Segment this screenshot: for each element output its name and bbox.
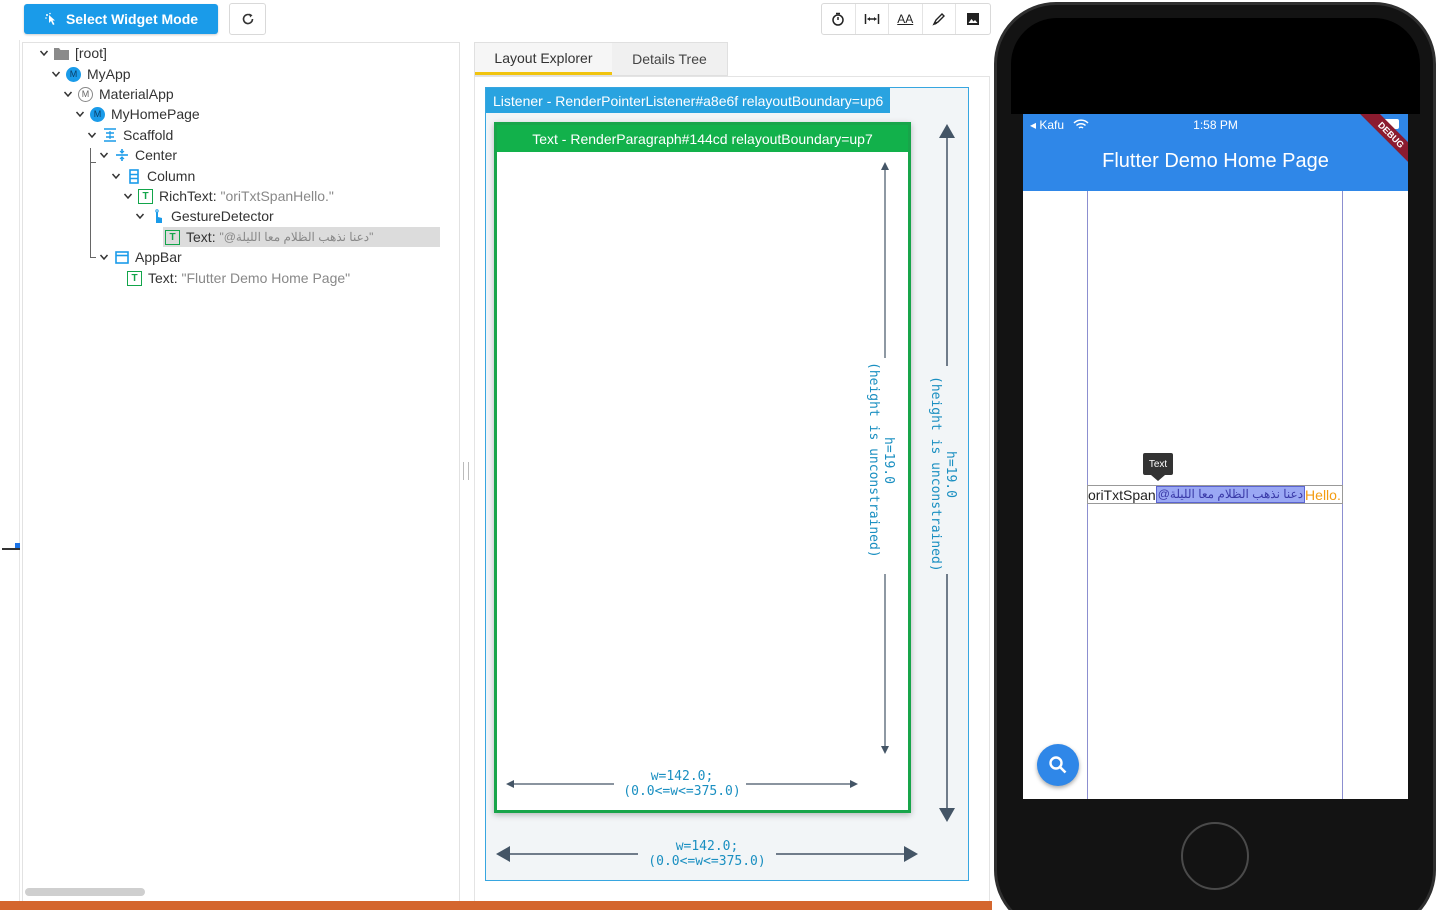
edge-marker <box>2 548 20 550</box>
inner-height-label: h=19.0 (height is unconstrained) <box>866 362 896 558</box>
center-icon <box>114 148 129 163</box>
tree-node-label: MyHomePage <box>111 106 200 122</box>
tree-node-appbar-text[interactable]: T Text: "Flutter Demo Home Page" <box>127 268 350 288</box>
tree-guide-line <box>90 148 91 258</box>
outer-height-label: h=19.0 (height is unconstrained) <box>928 376 958 572</box>
scaffold-icon <box>102 128 117 143</box>
timer-button[interactable] <box>822 4 856 34</box>
select-widget-mode-label: Select Widget Mode <box>65 11 199 27</box>
tab-bar: Layout Explorer Details Tree <box>474 42 728 76</box>
chevron-down-icon <box>51 71 61 78</box>
paint-icon <box>932 13 945 26</box>
tree-node-scaffold[interactable]: Scaffold <box>87 125 173 145</box>
gesture-icon <box>150 208 165 224</box>
select-widget-mode-button[interactable]: Select Widget Mode <box>24 4 218 34</box>
column-icon <box>126 168 141 184</box>
phone-top-bezel <box>1011 18 1420 114</box>
search-icon <box>1049 756 1067 774</box>
text-widget-icon: T <box>127 270 142 286</box>
tree-node-description: "oriTxtSpan⁣Hello." <box>220 188 334 204</box>
chevron-down-icon <box>135 213 145 220</box>
image-button[interactable] <box>956 4 990 34</box>
tree-node-text-selected[interactable]: T Text: "@دعنا نذهب الظلام معا الليلة" <box>163 227 440 247</box>
chevron-down-icon <box>87 132 97 139</box>
tree-node-gesturedetector[interactable]: GestureDetector <box>135 206 274 226</box>
tooltip-arrow <box>1151 475 1165 481</box>
paint-button[interactable] <box>923 4 956 34</box>
app-title: Flutter Demo Home Page <box>1102 150 1329 172</box>
text-widget-icon: T <box>138 188 153 204</box>
stateful-widget-icon: M <box>90 106 105 122</box>
tree-node-label: Column <box>147 168 196 184</box>
tool-button-group: AA <box>821 3 991 35</box>
refresh-icon <box>242 13 253 25</box>
phone-screen: ◂ Kafu 1:58 PM Flutter Demo Home Page DE… <box>1023 114 1408 799</box>
baseline-width-button[interactable] <box>856 4 889 34</box>
tree-node-description: "Flutter Demo Home Page" <box>181 270 351 286</box>
timer-icon <box>832 12 844 26</box>
width-icon <box>864 14 879 24</box>
touch-select-icon <box>45 12 55 25</box>
chevron-down-icon <box>123 193 133 200</box>
tree-guide-line <box>90 162 96 163</box>
widget-tree-panel: [root] M MyApp M MaterialApp M MyHomePag… <box>22 42 460 904</box>
tree-node-appbar[interactable]: AppBar <box>99 247 182 267</box>
outer-width-label: w=142.0; (0.0<=w<=375.0) <box>648 839 766 869</box>
rich-text-row[interactable]: oriTxtSpan @دعنا نذهب الظلام معا الليلة … <box>1087 485 1343 504</box>
tree-node-center[interactable]: Center <box>99 145 177 165</box>
text-widget-icon: T <box>165 229 180 245</box>
rich-text-span-3: Hello. <box>1305 486 1341 503</box>
phone-home-button[interactable] <box>1181 822 1249 890</box>
refresh-button[interactable] <box>229 3 266 35</box>
tree-node-richtext[interactable]: T RichText: "oriTxtSpan⁣Hello." <box>123 186 334 206</box>
material-icon: M <box>78 86 93 102</box>
edge-marker-dot <box>15 543 20 548</box>
appbar-icon <box>114 250 129 265</box>
chevron-down-icon <box>99 152 109 159</box>
tree-node-description: "@دعنا نذهب الظلام معا الليلة" <box>219 230 374 244</box>
tree-node-materialapp[interactable]: M MaterialApp <box>63 84 174 104</box>
ios-status-bar: ◂ Kafu 1:58 PM <box>1023 114 1408 136</box>
tree-node-label: [root] <box>75 45 107 61</box>
left-edge-panel <box>0 40 20 905</box>
chevron-down-icon <box>75 111 85 118</box>
tree-guide-line <box>90 257 96 258</box>
tree-node-label: Text <box>186 229 212 245</box>
clock-label: 1:58 PM <box>1193 118 1238 132</box>
horizontal-scrollbar[interactable] <box>25 888 145 896</box>
tree-node-label: Center <box>135 147 178 163</box>
text-size-button[interactable]: AA <box>889 4 923 34</box>
tab-layout-explorer[interactable]: Layout Explorer <box>475 43 612 75</box>
inner-width-label: w=142.0; (0.0<=w<=375.0) <box>623 769 741 799</box>
rich-text-span-1: oriTxtSpan <box>1088 486 1156 503</box>
tree-node-myapp[interactable]: M MyApp <box>51 64 131 84</box>
chevron-down-icon <box>39 50 49 57</box>
tree-node-column[interactable]: Column <box>111 166 195 186</box>
tree-node-label: AppBar <box>135 249 182 265</box>
tree-node-label: MaterialApp <box>99 86 174 102</box>
status-bar-bottom <box>0 901 992 910</box>
tree-node-label: MyApp <box>87 66 131 82</box>
chevron-down-icon <box>111 173 121 180</box>
tree-node-label: Scaffold <box>123 127 174 143</box>
tree-node-label: Text <box>148 270 174 286</box>
text-size-icon: AA <box>897 12 914 26</box>
image-icon <box>966 13 979 25</box>
tree-node-root[interactable]: [root] <box>39 43 107 63</box>
rich-text-span-selected[interactable]: @دعنا نذهب الظلام معا الليلة <box>1155 486 1306 503</box>
inspector-tooltip: Text <box>1143 453 1173 475</box>
tree-node-myhomepage[interactable]: M MyHomePage <box>75 104 200 124</box>
stateless-widget-icon: M <box>66 66 81 82</box>
split-divider-handle[interactable] <box>463 462 469 480</box>
chevron-down-icon <box>99 254 109 261</box>
tree-node-label: RichText <box>159 188 213 204</box>
tree-node-label: GestureDetector <box>171 208 274 224</box>
search-fab[interactable] <box>1037 744 1079 786</box>
tab-details-tree[interactable]: Details Tree <box>612 43 727 75</box>
folder-icon <box>54 46 69 61</box>
chevron-down-icon <box>63 91 73 98</box>
